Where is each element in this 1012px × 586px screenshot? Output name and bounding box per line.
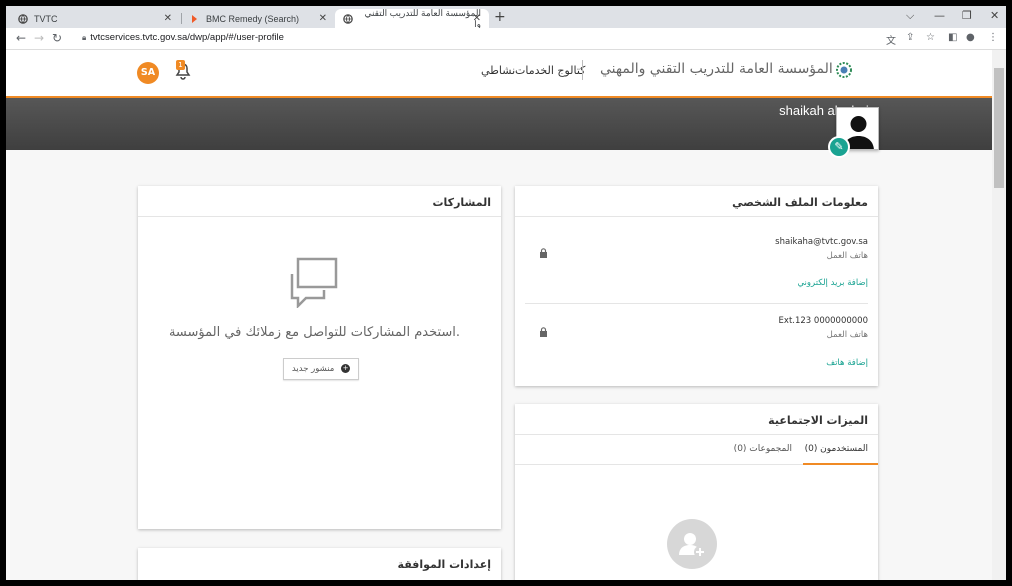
tab-users[interactable]: المستخدمون (0): [805, 444, 868, 454]
page-scrollbar[interactable]: [992, 50, 1006, 580]
tab-label: BMC Remedy (Search): [206, 13, 300, 24]
url-field[interactable]: 🔒︎ tvtcservices.tvtc.gov.sa/dwp/app/#/use…: [82, 32, 284, 43]
add-user-icon: [679, 533, 706, 558]
tab-tvtc[interactable]: TVTC ✕: [10, 9, 180, 28]
plus-icon: +: [341, 364, 351, 373]
nav-my-activity[interactable]: نشاطي: [481, 64, 515, 77]
add-email-link[interactable]: إضافة بريد إلكتروني: [797, 278, 868, 288]
social-title: الميزات الاجتماعية: [768, 414, 868, 427]
address-bar: ← → ↻ 🔒︎ tvtcservices.tvtc.gov.sa/dwp/app…: [6, 28, 1006, 50]
posts-card: المشاركات استخدم المشاركات للتواصل مع زم…: [138, 186, 501, 529]
edit-profile-button[interactable]: ✎: [828, 136, 850, 158]
browser-window: TVTC ✕ BMC Remedy (Search) ✕ المؤسسة الع…: [6, 6, 1006, 580]
app-header: SA 1 نشاطي كتالوج الخدمات المؤسسة العامة…: [6, 50, 1006, 98]
tab-search-icon[interactable]: ⌵: [906, 9, 914, 23]
menu-icon[interactable]: ⋮: [988, 32, 998, 43]
social-features-card: الميزات الاجتماعية المستخدمون (0) المجمو…: [515, 404, 878, 580]
social-tabs: المستخدمون (0) المجموعات (0): [515, 435, 878, 465]
back-icon[interactable]: ←: [16, 31, 26, 45]
user-avatar[interactable]: SA: [137, 62, 159, 84]
bookmark-star-icon[interactable]: ☆: [926, 32, 935, 43]
posts-chat-icon: [290, 257, 338, 308]
tab-label: TVTC: [34, 13, 58, 24]
profile-info-title: معلومات الملف الشخصي: [732, 196, 868, 209]
nav-service-catalog[interactable]: كتالوج الخدمات: [515, 64, 585, 77]
globe-icon: [343, 13, 353, 24]
tab-bmc-remedy[interactable]: BMC Remedy (Search) ✕: [182, 9, 335, 28]
tab-label: المؤسسة العامة للتدريب التقني وا: [364, 7, 481, 29]
active-tab-underline: [803, 463, 878, 465]
translate-icon[interactable]: 文: [886, 32, 896, 47]
divider: [525, 303, 868, 304]
forward-icon[interactable]: →: [34, 31, 44, 45]
phone-label: هاتف العمل: [826, 330, 868, 340]
new-post-button[interactable]: منشور جديد +: [283, 358, 359, 380]
minimize-icon[interactable]: —: [934, 9, 945, 22]
email-label: هاتف العمل: [826, 251, 868, 261]
posts-empty-text: استخدم المشاركات للتواصل مع زملائك في ال…: [168, 325, 461, 340]
new-tab-button[interactable]: +: [494, 9, 506, 25]
nav-divider: [582, 60, 583, 80]
tab-groups[interactable]: المجموعات (0): [734, 444, 792, 454]
org-name: المؤسسة العامة للتدريب التقني والمهني: [600, 61, 833, 77]
tvtc-logo[interactable]: [833, 59, 855, 81]
globe-icon: [18, 13, 28, 24]
tab-tvtc-portal[interactable]: المؤسسة العامة للتدريب التقني وا ✕: [335, 7, 489, 29]
window-close-icon[interactable]: ✕: [990, 9, 999, 22]
new-post-label: منشور جديد: [291, 364, 335, 374]
lock-icon: [540, 327, 547, 337]
close-icon[interactable]: ✕: [473, 13, 481, 24]
notification-badge: 1: [176, 60, 185, 70]
posts-title: المشاركات: [432, 196, 491, 209]
approval-title: إعدادات الموافقة: [397, 558, 491, 571]
restore-icon[interactable]: ❐: [962, 9, 972, 22]
close-icon[interactable]: ✕: [164, 13, 172, 24]
close-icon[interactable]: ✕: [319, 13, 327, 24]
add-user-button[interactable]: [667, 519, 717, 569]
lock-icon: [540, 248, 547, 258]
url-text: tvtcservices.tvtc.gov.sa/dwp/app/#/user-…: [90, 32, 284, 43]
add-phone-link[interactable]: إضافة هاتف: [826, 358, 868, 368]
approval-settings-card: إعدادات الموافقة: [138, 548, 501, 580]
profile-phone: Ext.123 0000000000: [778, 316, 868, 326]
profile-info-card: معلومات الملف الشخصي shaikaha@tvtc.gov.s…: [515, 186, 878, 386]
profile-icon[interactable]: ●: [966, 32, 975, 43]
profile-email: shaikaha@tvtc.gov.sa: [775, 237, 868, 247]
lock-icon: 🔒︎: [82, 33, 87, 42]
share-icon[interactable]: ⇪: [906, 32, 914, 43]
tab-bar: TVTC ✕ BMC Remedy (Search) ✕ المؤسسة الع…: [6, 6, 1006, 29]
divider: [515, 216, 878, 217]
reload-icon[interactable]: ↻: [52, 31, 62, 45]
sidepanel-icon[interactable]: ◧: [948, 32, 957, 43]
divider: [138, 216, 501, 217]
remedy-logo-icon: [190, 14, 200, 24]
scroll-thumb[interactable]: [994, 68, 1004, 188]
